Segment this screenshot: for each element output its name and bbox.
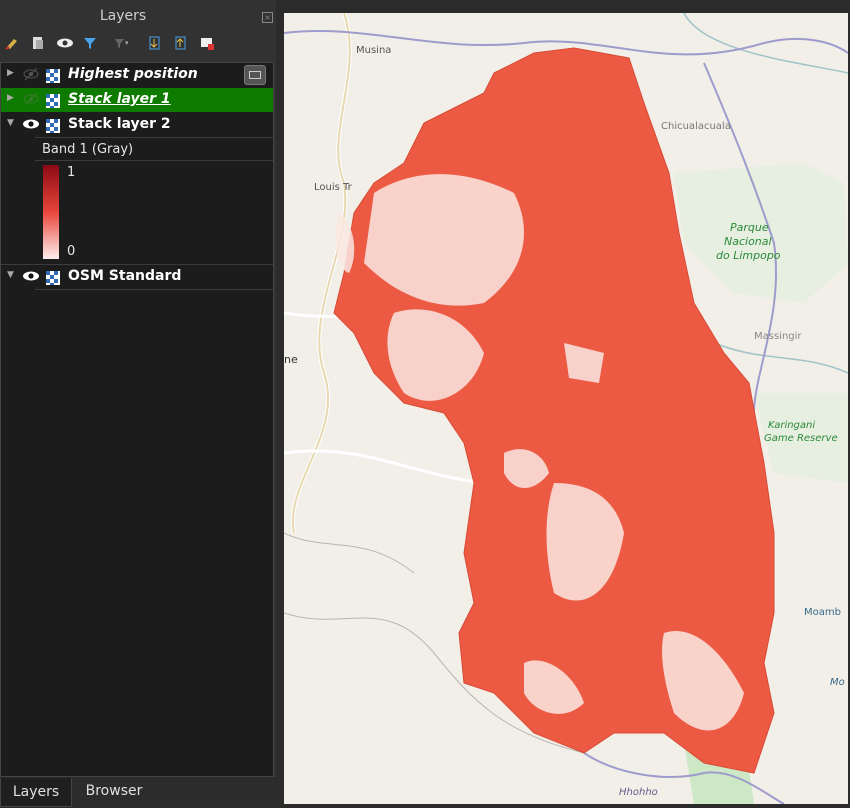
band-label: Band 1 (Gray) [42,142,134,157]
eye-hidden-icon[interactable] [22,91,40,107]
raster-layer-icon [46,68,60,83]
map-label-game-reserve: Game Reserve [764,433,838,444]
map-label-limpopo: do Limpopo [716,249,781,262]
road [291,13,351,534]
add-group-icon[interactable] [30,35,46,51]
layer-name: Stack layer 2 [68,116,171,132]
layer-row-osm-standard[interactable]: ▼ OSM Standard [1,265,273,289]
layer-row-highest-position[interactable]: ▶ Highest position [1,63,273,87]
collapse-arrow-icon[interactable]: ▼ [7,118,14,128]
road [290,13,352,534]
layer-options-button[interactable] [244,65,266,85]
layer-row-stack-layer-1[interactable]: ▶ Stack layer 1 [1,88,273,112]
style-manager-icon[interactable] [4,35,20,51]
tab-browser[interactable]: Browser [72,777,156,805]
remove-layer-icon[interactable] [199,35,215,51]
map-label-parque: Parque [730,221,769,234]
raster-layer-icon [46,118,60,133]
map-label-ne: ne [284,353,298,366]
visibility-eye-icon[interactable] [56,35,73,51]
layer-name: Highest position [68,66,198,82]
filter-expression-icon[interactable]: ▾ [112,35,129,51]
divider [35,137,273,138]
admin-border [284,532,415,574]
map-label-musina: Musina [356,45,392,56]
filter-icon[interactable] [82,35,98,51]
expand-arrow-icon[interactable]: ▶ [7,68,14,78]
raster-layer-icon [46,93,60,108]
panel-title: Layers [99,8,147,24]
panel-tabs: Layers Browser [0,777,276,808]
layer-tree: ▶ Highest position ▶ Stack layer 1 ▼ Sta… [0,62,274,777]
tab-layers[interactable]: Layers [0,778,72,807]
map-label-nacional: Nacional [724,235,772,248]
map-drawing [284,13,848,804]
collapse-all-icon[interactable] [173,35,189,51]
layer-name: OSM Standard [68,268,182,284]
map-canvas[interactable]: Musina Chicualacuala Louis Tr Parque Nac… [284,13,848,804]
layers-toolbar: ▾ [4,35,270,55]
map-label-louis-tr: Louis Tr [314,182,352,193]
layer-row-stack-layer-2[interactable]: ▼ Stack layer 2 [1,113,273,137]
window-icon [249,71,261,79]
expand-arrow-icon[interactable]: ▶ [7,93,14,103]
divider [35,160,273,161]
layers-panel: Layers × ▾ ▶ Highest position ▶ Stack la… [0,0,276,808]
collapse-arrow-icon[interactable]: ▼ [7,270,14,280]
expand-all-icon[interactable] [147,35,163,51]
map-label-mo: Mo [830,677,845,688]
raster-layer-icon [46,270,60,285]
close-panel-icon[interactable]: × [262,12,273,23]
map-label-karingani: Karingani [768,420,816,431]
ramp-max-label: 1 [67,165,76,180]
map-label-massingir: Massingir [754,331,802,342]
eye-visible-icon[interactable] [22,268,40,284]
map-label-moamba: Moamb [804,607,841,618]
eye-hidden-icon[interactable] [22,66,40,82]
layer-name: Stack layer 1 [68,91,171,107]
svg-text:▾: ▾ [125,39,128,47]
divider [35,289,273,290]
map-label-chicualacuala: Chicualacuala [661,121,731,132]
map-label-hhohho: Hhohho [619,787,658,798]
eye-visible-icon[interactable] [22,116,40,132]
color-ramp [43,165,59,259]
ramp-min-label: 0 [67,244,76,259]
